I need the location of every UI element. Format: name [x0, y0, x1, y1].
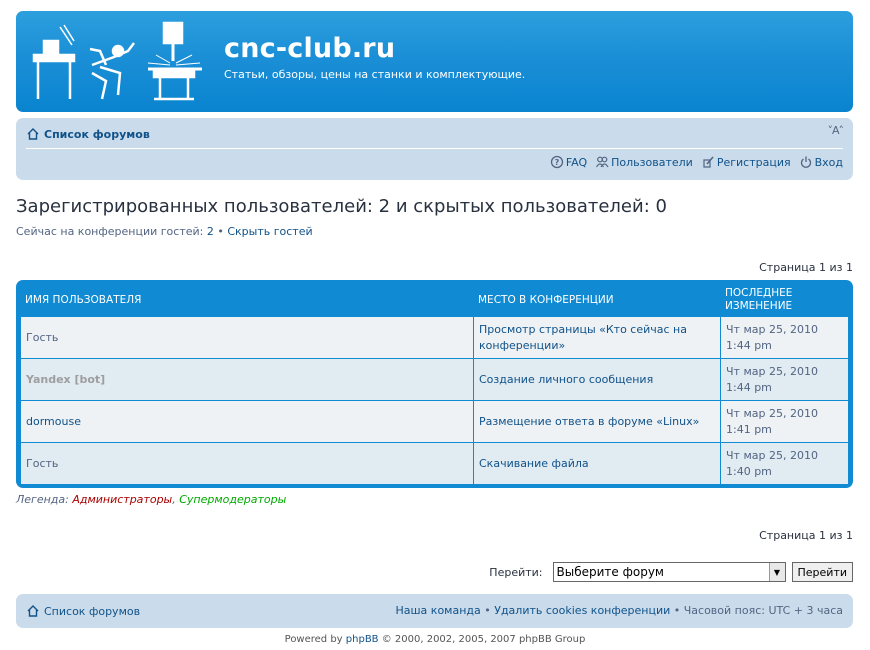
- column-username[interactable]: ИМЯ ПОЛЬЗОВАТЕЛЯ: [21, 284, 474, 316]
- font-size-control[interactable]: ˅A˄: [827, 124, 844, 137]
- members-icon: [596, 156, 609, 168]
- guests-count: 2: [206, 225, 214, 238]
- row-time: 1:40 pm: [726, 464, 772, 478]
- row-date: Чт мар 25, 2010: [726, 406, 818, 420]
- navbar: Список форумов ˅A˄ ? FAQ Пользователи Ре…: [16, 118, 853, 180]
- row-username-link[interactable]: Yandex [bot]: [21, 359, 474, 400]
- online-users-table: ИМЯ ПОЛЬЗОВАТЕЛЯ МЕСТО В КОНФЕРЕНЦИИ ПОС…: [16, 280, 853, 488]
- copyright-suffix: © 2000, 2002, 2005, 2007 phpBB Group: [378, 634, 586, 645]
- legend: Легенда: Администраторы, Супермодераторы: [16, 493, 286, 506]
- footer-forum-index-link[interactable]: Список форумов: [26, 604, 140, 618]
- row-location-link[interactable]: Создание личного сообщения: [474, 359, 721, 400]
- home-icon: [27, 605, 39, 617]
- team-link[interactable]: Наша команда: [395, 604, 480, 617]
- column-last-update[interactable]: ПОСЛЕДНЕЕ ИЗМЕНЕНИЕ: [721, 284, 846, 316]
- jumpbox-label: Перейти:: [489, 565, 543, 579]
- table-row: Гость Просмотр страницы «Кто сейчас на к…: [21, 316, 848, 358]
- site-header: cnc-club.ru Статьи, обзоры, цены на стан…: [16, 11, 853, 112]
- row-time: 1:44 pm: [726, 380, 772, 394]
- column-location[interactable]: МЕСТО В КОНФЕРЕНЦИИ: [474, 284, 721, 316]
- legend-admins-link[interactable]: Администраторы: [72, 493, 172, 506]
- row-username-link[interactable]: dormouse: [21, 401, 474, 442]
- faq-link[interactable]: ? FAQ: [550, 155, 587, 169]
- faq-icon: ?: [550, 155, 563, 169]
- guests-line: Сейчас на конференции гостей: 2 • Скрыть…: [16, 225, 313, 238]
- table-row: Гость Скачивание файла Чт мар 25, 2010 1:…: [21, 442, 848, 484]
- navbar-divider: [26, 148, 843, 149]
- login-label: Вход: [814, 155, 843, 169]
- legend-mods-link[interactable]: Супермодераторы: [179, 493, 286, 506]
- site-title[interactable]: cnc-club.ru: [224, 33, 395, 64]
- copyright: Powered by phpBB © 2000, 2002, 2005, 200…: [0, 634, 870, 645]
- row-time: 1:41 pm: [726, 422, 772, 436]
- page-title: Зарегистрированных пользователей: 2 и ск…: [16, 196, 667, 217]
- jumpbox: Перейти: Выберите форум ▼ Перейти: [489, 562, 853, 582]
- svg-text:?: ?: [555, 158, 560, 167]
- footer-sep: •: [480, 604, 495, 617]
- register-link[interactable]: Регистрация: [701, 155, 791, 169]
- row-last-update: Чт мар 25, 2010 1:41 pm: [721, 401, 846, 442]
- forum-select[interactable]: Выберите форум ▼: [552, 562, 786, 582]
- home-icon: [27, 128, 39, 140]
- navbar-links: ? FAQ Пользователи Регистрация Вход: [550, 155, 843, 169]
- row-location-link[interactable]: Размещение ответа в форуме «Linux»: [474, 401, 721, 442]
- legend-label: Легенда:: [16, 493, 73, 506]
- chevron-down-icon[interactable]: ▼: [768, 563, 785, 581]
- row-last-update: Чт мар 25, 2010 1:44 pm: [721, 317, 846, 358]
- row-username: Гость: [21, 317, 474, 358]
- table-header: ИМЯ ПОЛЬЗОВАТЕЛЯ МЕСТО В КОНФЕРЕНЦИИ ПОС…: [21, 284, 848, 316]
- row-date: Чт мар 25, 2010: [726, 364, 818, 378]
- row-date: Чт мар 25, 2010: [726, 322, 818, 336]
- guests-separator: •: [213, 225, 228, 238]
- pagination-top: Страница 1 из 1: [759, 261, 853, 274]
- hide-guests-link[interactable]: Скрыть гостей: [227, 225, 312, 238]
- register-icon: [703, 156, 714, 168]
- row-username: Гость: [21, 443, 474, 484]
- register-label: Регистрация: [716, 155, 791, 169]
- footer-navbar: Список форумов Наша команда • Удалить co…: [16, 594, 853, 628]
- row-location-link[interactable]: Скачивание файла: [474, 443, 721, 484]
- site-description: Статьи, обзоры, цены на станки и комплек…: [224, 68, 526, 81]
- row-location-link[interactable]: Просмотр страницы «Кто сейчас на конфере…: [474, 317, 721, 358]
- table-row: Yandex [bot] Создание личного сообщения …: [21, 358, 848, 400]
- forum-index-label: Список форумов: [44, 127, 150, 141]
- members-label: Пользователи: [611, 155, 693, 169]
- copyright-prefix: Powered by: [284, 634, 346, 645]
- login-link[interactable]: Вход: [799, 155, 843, 169]
- row-last-update: Чт мар 25, 2010 1:44 pm: [721, 359, 846, 400]
- footer-sep: •: [670, 604, 684, 617]
- site-logo[interactable]: [30, 21, 210, 103]
- jump-button[interactable]: Перейти: [791, 562, 853, 582]
- forum-index-link[interactable]: Список форумов: [26, 127, 150, 141]
- delete-cookies-link[interactable]: Удалить cookies конференции: [494, 604, 670, 617]
- row-last-update: Чт мар 25, 2010 1:40 pm: [721, 443, 846, 484]
- row-date: Чт мар 25, 2010: [726, 448, 818, 462]
- guests-text: Сейчас на конференции гостей:: [16, 225, 207, 238]
- faq-label: FAQ: [565, 155, 588, 169]
- table-row: dormouse Размещение ответа в форуме «Lin…: [21, 400, 848, 442]
- footer-links: Наша команда • Удалить cookies конференц…: [395, 604, 843, 617]
- forum-select-value: Выберите форум: [556, 565, 664, 579]
- pagination-bottom: Страница 1 из 1: [759, 529, 853, 542]
- footer-forum-index-label: Список форумов: [44, 604, 141, 618]
- members-link[interactable]: Пользователи: [595, 155, 693, 169]
- timezone-text: Часовой пояс: UTC + 3 часа: [683, 604, 843, 617]
- phpbb-link[interactable]: phpBB: [346, 634, 379, 645]
- power-icon: [800, 156, 811, 168]
- row-time: 1:44 pm: [726, 338, 772, 352]
